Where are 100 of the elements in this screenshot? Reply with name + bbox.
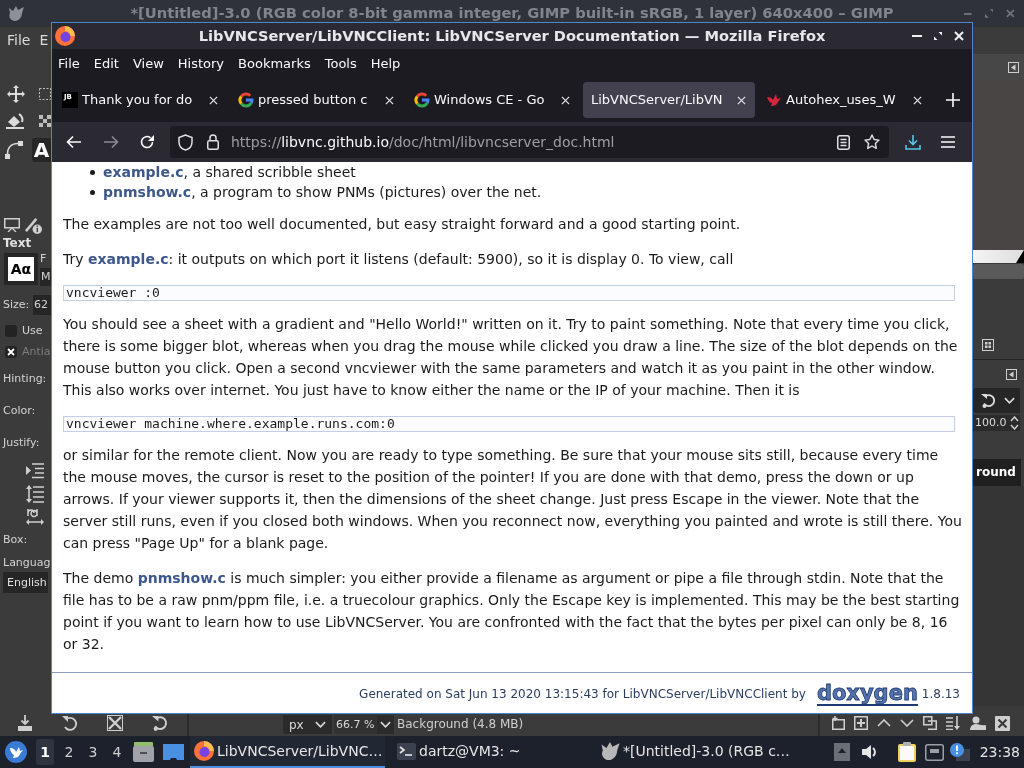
chevron-icon [1004, 397, 1015, 404]
chevron-up-icon[interactable] [877, 719, 891, 727]
address-bar[interactable]: https://libvnc.github.io/doc/html/libvncserver_doc.html [170, 126, 889, 158]
menu-item[interactable]: E [39, 30, 49, 51]
bucket-icon[interactable] [6, 113, 24, 129]
menu-icon[interactable] [941, 136, 955, 148]
zoom-dropdown-button[interactable] [377, 715, 394, 734]
list-item-text: example.c, a shared scribble sheet [103, 163, 356, 182]
menu-item[interactable]: Edit [93, 53, 119, 74]
workspace-button[interactable]: 3 [84, 739, 102, 765]
move-icon[interactable] [7, 85, 25, 103]
letter-spacing-icon[interactable] [26, 507, 44, 526]
window-title: LibVNCServer/LibVNCClient: LibVNCServer Documentation — Mozilla Firefox [197, 26, 827, 47]
logo-link[interactable]: doxygen [816, 682, 918, 706]
forward-icon[interactable] [103, 135, 119, 149]
bird-icon [766, 93, 782, 107]
taskbar-button[interactable]: LibVNCServer/LibVNC… [190, 736, 385, 768]
checkbox-label: Antia [22, 343, 51, 360]
drawer-icon[interactable] [133, 742, 154, 762]
size-field[interactable]: 62 [33, 295, 51, 315]
clipboard-icon[interactable] [897, 742, 916, 762]
menu-item[interactable]: File [58, 53, 80, 74]
grid-icon[interactable] [982, 339, 994, 351]
alert-icon[interactable] [949, 743, 970, 761]
language-field[interactable]: English [3, 572, 48, 593]
reset-icon[interactable] [152, 715, 168, 731]
network-icon[interactable] [924, 743, 944, 761]
menu-item[interactable]: Tools [324, 53, 357, 74]
reload-icon[interactable] [139, 134, 155, 150]
unit-dropdown[interactable]: px [283, 715, 332, 734]
scrollbar[interactable] [973, 264, 1024, 279]
delete-icon[interactable] [995, 716, 1010, 731]
start-menu-icon[interactable] [5, 741, 27, 763]
workspace-button[interactable]: 1 [36, 739, 54, 765]
monitor-icon[interactable] [4, 218, 20, 232]
rectangle-select-icon[interactable] [39, 88, 51, 100]
new-layer-icon[interactable] [832, 716, 845, 730]
line-spacing-icon[interactable] [26, 484, 44, 503]
panel-menu-icon[interactable] [1008, 61, 1019, 73]
screen-icon[interactable] [163, 743, 184, 761]
eject-icon[interactable] [833, 743, 850, 761]
link[interactable]: pnmshow.c [103, 184, 192, 200]
shield-icon[interactable] [178, 133, 193, 151]
field-label: F [40, 252, 48, 266]
workspace-button[interactable]: 2 [60, 739, 78, 765]
plus-icon[interactable] [946, 93, 960, 107]
merge-icon[interactable] [946, 716, 961, 730]
menu-item[interactable]: File [7, 30, 31, 51]
path-nodes-icon[interactable] [5, 141, 23, 159]
brush-info-icon[interactable] [25, 216, 42, 234]
duplicate-icon[interactable] [923, 716, 937, 730]
star-icon[interactable] [864, 134, 880, 150]
font-preview[interactable]: Aα [4, 253, 38, 285]
menu-item[interactable]: View [132, 53, 164, 74]
field-label: Hinting: [2, 371, 48, 387]
save-icon[interactable] [17, 715, 33, 731]
paragraph: or similar for the remote client. Now you are ready to type something. Be sure that your mouse sits still, because every time the mouse moves, the cursor is reset to the position of the pointer! If you are done with that demo, press the down or up arrows. If your viewer supports it, then the dimensions of the sheet change. Just press Escape in the viewer. Note that the server still runs, even if you closed both windows. When you reconnect now, everything you painted and wrote is still there. You can press "Page Up" for a blank page. [63, 446, 963, 553]
maximize-icon[interactable] [934, 32, 942, 40]
panel-menu-icon[interactable] [1006, 368, 1017, 380]
clock: 23:38 [979, 742, 1020, 762]
add-layer-icon[interactable] [854, 716, 868, 730]
mask-icon[interactable] [970, 716, 986, 730]
paragraph: The demo pnmshow.c is much simpler: you either provide a filename as argument or pipe a file through stdin. Note that the file has to be a raw pnm/ppm file, i.e. a truecolour graphics. Only the Escape key is implemented. This may be the best starting point if you want to learn how to use LibVNCServer. You are confronted with the fact that the bytes per pixel can only be 8, 16 or 32. [63, 569, 961, 654]
lock-icon[interactable] [207, 134, 219, 150]
code-block: vncviewer machine.where.example.runs.com:0 [63, 416, 955, 432]
field-label: Box: [2, 532, 29, 548]
clear-icon[interactable] [107, 715, 123, 731]
footer-text: Generated on Sat Jun 13 2020 13:15:43 for LibVNCServer/LibVNCClient by [359, 686, 806, 703]
back-icon[interactable] [66, 135, 82, 149]
spinner-icon[interactable] [1010, 416, 1019, 430]
terminal-icon [397, 742, 416, 760]
speaker-icon[interactable] [861, 744, 878, 760]
link[interactable]: pnmshow.c [137, 570, 226, 586]
justify-fill-icon[interactable] [26, 462, 44, 479]
link[interactable]: example.c [88, 251, 169, 267]
paragraph: Try example.c: it outputs on which port it listens (default: 5900), so it is display 0. To view, call [63, 250, 735, 269]
workspace-button[interactable]: 4 [108, 739, 126, 765]
undo-icon[interactable] [62, 715, 78, 731]
layer-item[interactable]: round [973, 459, 1021, 486]
download-icon[interactable] [905, 134, 921, 150]
tab[interactable]: LibVNCServer/LibVN [583, 82, 755, 118]
link[interactable]: example.c [103, 164, 184, 180]
menu-item[interactable]: History [177, 53, 225, 74]
paragraph: You should see a sheet with a gradient and "Hello World!" written on it. Try to paint something. Note that every time you click, there is some bigger blot, whereas when you drag the mouse while clicked you draw a line. The size of the blot depends on the mouse button you click. Open a second vncviewer with the same parameters and watch it as you paint in the other window. This also works over internet. You just have to know either the name or the IP of your machine. Then it is [63, 315, 959, 400]
minimize-icon[interactable] [964, 12, 972, 15]
bullet-icon [90, 170, 95, 175]
taskbar-button[interactable]: dartz@VM3: ~ [393, 736, 588, 768]
reader-view-icon[interactable] [837, 134, 850, 150]
zoom-field[interactable]: 66.7 % [334, 715, 377, 734]
taskbar-button[interactable]: *[Untitled]-3.0 (RGB c… [596, 736, 791, 768]
checker-icon[interactable] [39, 115, 51, 127]
app-logo-icon [194, 741, 214, 761]
menu-item[interactable]: Help [370, 53, 401, 74]
menu-item[interactable]: Bookmarks [238, 53, 311, 74]
checkbox[interactable] [5, 325, 17, 337]
font-field[interactable]: M [40, 268, 51, 286]
field-label: Justify: [1, 435, 41, 451]
text-tool-button[interactable]: A [32, 138, 51, 162]
mode-dropdown[interactable] [973, 388, 1020, 413]
chevron-down-icon[interactable] [900, 719, 914, 727]
